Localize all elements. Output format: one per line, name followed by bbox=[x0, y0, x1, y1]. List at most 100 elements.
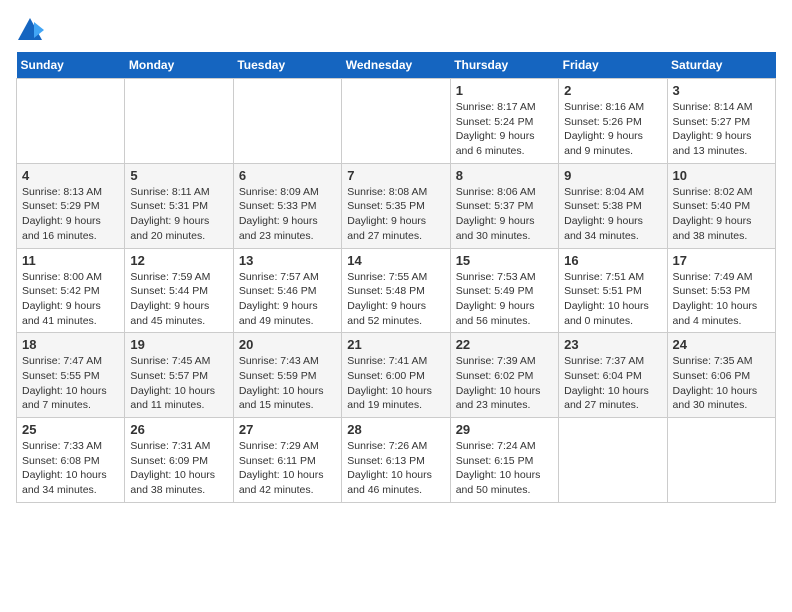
day-number: 12 bbox=[130, 253, 227, 268]
day-info: Sunrise: 7:43 AM Sunset: 5:59 PM Dayligh… bbox=[239, 354, 336, 413]
day-number: 29 bbox=[456, 422, 553, 437]
day-info: Sunrise: 8:11 AM Sunset: 5:31 PM Dayligh… bbox=[130, 185, 227, 244]
calendar-cell: 28 Sunrise: 7:26 AM Sunset: 6:13 PM Dayli… bbox=[342, 418, 450, 503]
day-info: Sunrise: 7:57 AM Sunset: 5:46 PM Dayligh… bbox=[239, 270, 336, 329]
day-header-wednesday: Wednesday bbox=[342, 52, 450, 79]
calendar-cell: 6 Sunrise: 8:09 AM Sunset: 5:33 PM Daylig… bbox=[233, 163, 341, 248]
day-number: 10 bbox=[673, 168, 770, 183]
day-number: 7 bbox=[347, 168, 444, 183]
day-info: Sunrise: 7:53 AM Sunset: 5:49 PM Dayligh… bbox=[456, 270, 553, 329]
calendar-cell: 19 Sunrise: 7:45 AM Sunset: 5:57 PM Dayli… bbox=[125, 333, 233, 418]
day-number: 27 bbox=[239, 422, 336, 437]
calendar-cell: 10 Sunrise: 8:02 AM Sunset: 5:40 PM Dayli… bbox=[667, 163, 775, 248]
day-header-sunday: Sunday bbox=[17, 52, 125, 79]
day-info: Sunrise: 7:29 AM Sunset: 6:11 PM Dayligh… bbox=[239, 439, 336, 498]
calendar-week-1: 4 Sunrise: 8:13 AM Sunset: 5:29 PM Daylig… bbox=[17, 163, 776, 248]
calendar-cell: 8 Sunrise: 8:06 AM Sunset: 5:37 PM Daylig… bbox=[450, 163, 558, 248]
calendar-cell bbox=[233, 79, 341, 164]
day-number: 6 bbox=[239, 168, 336, 183]
calendar-cell bbox=[125, 79, 233, 164]
day-info: Sunrise: 8:06 AM Sunset: 5:37 PM Dayligh… bbox=[456, 185, 553, 244]
calendar-cell: 18 Sunrise: 7:47 AM Sunset: 5:55 PM Dayli… bbox=[17, 333, 125, 418]
calendar-cell: 13 Sunrise: 7:57 AM Sunset: 5:46 PM Dayli… bbox=[233, 248, 341, 333]
day-info: Sunrise: 8:09 AM Sunset: 5:33 PM Dayligh… bbox=[239, 185, 336, 244]
day-number: 21 bbox=[347, 337, 444, 352]
day-number: 28 bbox=[347, 422, 444, 437]
calendar-cell: 26 Sunrise: 7:31 AM Sunset: 6:09 PM Dayli… bbox=[125, 418, 233, 503]
day-info: Sunrise: 7:51 AM Sunset: 5:51 PM Dayligh… bbox=[564, 270, 661, 329]
day-number: 11 bbox=[22, 253, 119, 268]
day-number: 15 bbox=[456, 253, 553, 268]
calendar-cell: 2 Sunrise: 8:16 AM Sunset: 5:26 PM Daylig… bbox=[559, 79, 667, 164]
day-number: 13 bbox=[239, 253, 336, 268]
calendar-week-4: 25 Sunrise: 7:33 AM Sunset: 6:08 PM Dayli… bbox=[17, 418, 776, 503]
calendar-cell: 22 Sunrise: 7:39 AM Sunset: 6:02 PM Dayli… bbox=[450, 333, 558, 418]
day-number: 4 bbox=[22, 168, 119, 183]
calendar-cell: 17 Sunrise: 7:49 AM Sunset: 5:53 PM Dayli… bbox=[667, 248, 775, 333]
calendar-cell bbox=[667, 418, 775, 503]
day-info: Sunrise: 7:26 AM Sunset: 6:13 PM Dayligh… bbox=[347, 439, 444, 498]
calendar-cell: 4 Sunrise: 8:13 AM Sunset: 5:29 PM Daylig… bbox=[17, 163, 125, 248]
day-info: Sunrise: 7:55 AM Sunset: 5:48 PM Dayligh… bbox=[347, 270, 444, 329]
calendar-cell: 3 Sunrise: 8:14 AM Sunset: 5:27 PM Daylig… bbox=[667, 79, 775, 164]
calendar-cell bbox=[17, 79, 125, 164]
calendar-cell: 24 Sunrise: 7:35 AM Sunset: 6:06 PM Dayli… bbox=[667, 333, 775, 418]
calendar-cell: 25 Sunrise: 7:33 AM Sunset: 6:08 PM Dayli… bbox=[17, 418, 125, 503]
calendar-cell: 21 Sunrise: 7:41 AM Sunset: 6:00 PM Dayli… bbox=[342, 333, 450, 418]
calendar-cell: 27 Sunrise: 7:29 AM Sunset: 6:11 PM Dayli… bbox=[233, 418, 341, 503]
day-number: 1 bbox=[456, 83, 553, 98]
calendar-cell: 15 Sunrise: 7:53 AM Sunset: 5:49 PM Dayli… bbox=[450, 248, 558, 333]
logo bbox=[16, 16, 48, 44]
day-info: Sunrise: 8:17 AM Sunset: 5:24 PM Dayligh… bbox=[456, 100, 553, 159]
calendar-table: SundayMondayTuesdayWednesdayThursdayFrid… bbox=[16, 52, 776, 503]
day-number: 5 bbox=[130, 168, 227, 183]
day-number: 25 bbox=[22, 422, 119, 437]
day-info: Sunrise: 7:35 AM Sunset: 6:06 PM Dayligh… bbox=[673, 354, 770, 413]
calendar-cell: 11 Sunrise: 8:00 AM Sunset: 5:42 PM Dayli… bbox=[17, 248, 125, 333]
day-info: Sunrise: 7:47 AM Sunset: 5:55 PM Dayligh… bbox=[22, 354, 119, 413]
day-number: 2 bbox=[564, 83, 661, 98]
calendar-cell: 16 Sunrise: 7:51 AM Sunset: 5:51 PM Dayli… bbox=[559, 248, 667, 333]
calendar-cell: 7Sunrise: 8:08 AM Sunset: 5:35 PM Daylig… bbox=[342, 163, 450, 248]
day-header-thursday: Thursday bbox=[450, 52, 558, 79]
day-info: Sunrise: 7:49 AM Sunset: 5:53 PM Dayligh… bbox=[673, 270, 770, 329]
day-info: Sunrise: 8:04 AM Sunset: 5:38 PM Dayligh… bbox=[564, 185, 661, 244]
header bbox=[16, 16, 776, 44]
day-info: Sunrise: 8:16 AM Sunset: 5:26 PM Dayligh… bbox=[564, 100, 661, 159]
day-header-saturday: Saturday bbox=[667, 52, 775, 79]
day-info: Sunrise: 7:31 AM Sunset: 6:09 PM Dayligh… bbox=[130, 439, 227, 498]
calendar-week-2: 11 Sunrise: 8:00 AM Sunset: 5:42 PM Dayli… bbox=[17, 248, 776, 333]
calendar-cell: 5 Sunrise: 8:11 AM Sunset: 5:31 PM Daylig… bbox=[125, 163, 233, 248]
day-info: Sunrise: 7:41 AM Sunset: 6:00 PM Dayligh… bbox=[347, 354, 444, 413]
calendar-cell: 12 Sunrise: 7:59 AM Sunset: 5:44 PM Dayli… bbox=[125, 248, 233, 333]
logo-icon bbox=[16, 16, 44, 44]
day-info: Sunrise: 7:45 AM Sunset: 5:57 PM Dayligh… bbox=[130, 354, 227, 413]
day-info: Sunrise: 7:37 AM Sunset: 6:04 PM Dayligh… bbox=[564, 354, 661, 413]
day-info: Sunrise: 8:00 AM Sunset: 5:42 PM Dayligh… bbox=[22, 270, 119, 329]
day-number: 16 bbox=[564, 253, 661, 268]
day-info: Sunrise: 7:33 AM Sunset: 6:08 PM Dayligh… bbox=[22, 439, 119, 498]
day-info: Sunrise: 8:14 AM Sunset: 5:27 PM Dayligh… bbox=[673, 100, 770, 159]
day-info: Sunrise: 7:39 AM Sunset: 6:02 PM Dayligh… bbox=[456, 354, 553, 413]
day-number: 23 bbox=[564, 337, 661, 352]
day-number: 22 bbox=[456, 337, 553, 352]
day-header-monday: Monday bbox=[125, 52, 233, 79]
day-info: Sunrise: 8:13 AM Sunset: 5:29 PM Dayligh… bbox=[22, 185, 119, 244]
day-number: 26 bbox=[130, 422, 227, 437]
calendar-cell bbox=[342, 79, 450, 164]
calendar-cell: 20Sunrise: 7:43 AM Sunset: 5:59 PM Dayli… bbox=[233, 333, 341, 418]
day-info: Sunrise: 7:59 AM Sunset: 5:44 PM Dayligh… bbox=[130, 270, 227, 329]
day-number: 24 bbox=[673, 337, 770, 352]
day-header-friday: Friday bbox=[559, 52, 667, 79]
calendar-cell: 14 Sunrise: 7:55 AM Sunset: 5:48 PM Dayli… bbox=[342, 248, 450, 333]
day-number: 19 bbox=[130, 337, 227, 352]
header-row: SundayMondayTuesdayWednesdayThursdayFrid… bbox=[17, 52, 776, 79]
calendar-cell: 9Sunrise: 8:04 AM Sunset: 5:38 PM Daylig… bbox=[559, 163, 667, 248]
day-number: 14 bbox=[347, 253, 444, 268]
day-number: 8 bbox=[456, 168, 553, 183]
day-number: 3 bbox=[673, 83, 770, 98]
day-info: Sunrise: 8:02 AM Sunset: 5:40 PM Dayligh… bbox=[673, 185, 770, 244]
day-number: 17 bbox=[673, 253, 770, 268]
day-number: 18 bbox=[22, 337, 119, 352]
calendar-cell bbox=[559, 418, 667, 503]
